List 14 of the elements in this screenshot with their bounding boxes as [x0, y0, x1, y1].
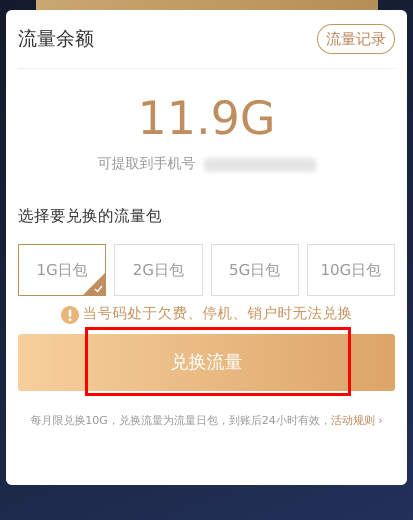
card-title: 流量余额 — [18, 26, 94, 52]
phone-label: 可提取到手机号 — [98, 155, 196, 174]
records-button[interactable]: 流量记录 — [317, 24, 395, 54]
package-option[interactable]: 10G日包 — [306, 244, 395, 296]
exchange-button[interactable]: 兑换流量 — [18, 334, 395, 392]
package-option[interactable]: 5G日包 — [210, 244, 299, 296]
package-option[interactable]: 2G日包 — [114, 244, 202, 296]
warning-icon — [60, 306, 78, 324]
rules-link[interactable]: 活动规则 › — [330, 414, 383, 428]
section-label: 选择要兑换的流量包 — [18, 206, 163, 228]
balance-amount: 11.9G — [136, 91, 277, 146]
footer-note: 每月限兑换10G，兑换流量为流量日包，到账后24小时有效， — [30, 414, 331, 428]
package-option[interactable]: 1G日包 — [18, 244, 106, 296]
warning-text: 当号码处于欠费、停机、销户时无法兑换 — [82, 305, 352, 324]
